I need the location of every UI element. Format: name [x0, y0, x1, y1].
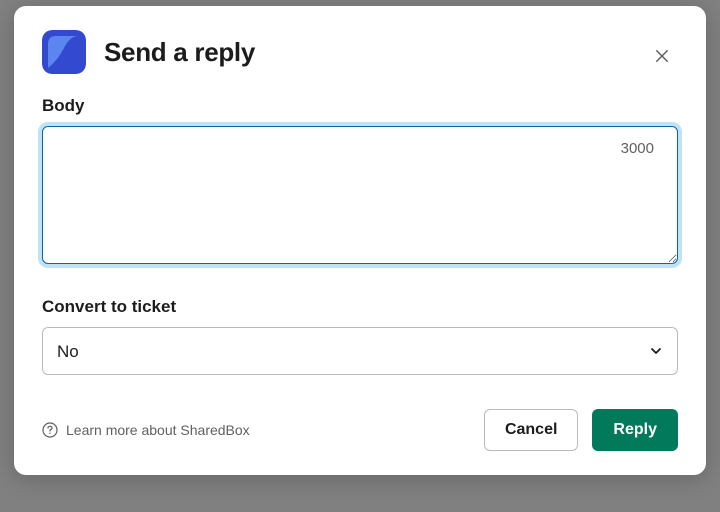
send-reply-modal: Send a reply Body 3000 Convert to ticket…	[14, 6, 706, 475]
modal-actions: Cancel Reply	[484, 409, 678, 451]
close-icon	[653, 47, 671, 65]
close-button[interactable]	[650, 44, 674, 68]
body-label: Body	[42, 96, 678, 116]
modal-title: Send a reply	[104, 37, 255, 68]
modal-footer: Learn more about SharedBox Cancel Reply	[42, 409, 678, 451]
convert-label: Convert to ticket	[42, 297, 678, 317]
help-icon	[42, 422, 58, 438]
convert-select[interactable]: No	[42, 327, 678, 375]
reply-button[interactable]: Reply	[592, 409, 678, 451]
body-textarea[interactable]	[42, 126, 678, 264]
help-link[interactable]: Learn more about SharedBox	[42, 422, 250, 438]
app-icon	[42, 30, 86, 74]
modal-header: Send a reply	[42, 30, 678, 74]
help-text: Learn more about SharedBox	[66, 422, 250, 438]
cancel-button[interactable]: Cancel	[484, 409, 578, 451]
body-field-wrap: 3000	[42, 126, 678, 269]
convert-field-wrap: No	[42, 327, 678, 375]
